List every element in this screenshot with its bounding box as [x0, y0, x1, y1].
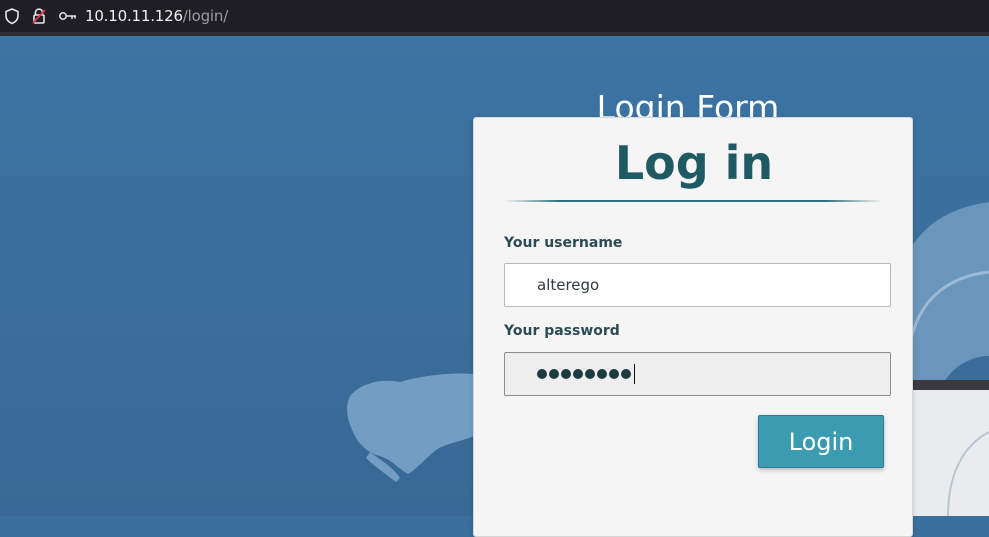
key-icon[interactable]: [58, 7, 78, 25]
url-text[interactable]: 10.10.11.126/login/: [85, 7, 228, 25]
url-path: /login/: [182, 7, 229, 25]
heading-divider: [504, 200, 882, 202]
text-caret: [634, 364, 635, 384]
password-dot: [561, 369, 571, 379]
password-dot: [549, 369, 559, 379]
browser-url-bar[interactable]: 10.10.11.126/login/: [0, 0, 989, 32]
password-field[interactable]: [504, 352, 891, 396]
password-dot: [609, 369, 619, 379]
password-dot: [573, 369, 583, 379]
password-mask: [537, 364, 635, 384]
password-dot: [585, 369, 595, 379]
password-dot: [537, 369, 547, 379]
login-heading: Log in: [614, 136, 774, 190]
map-decoration: [347, 373, 474, 482]
insecure-lock-icon[interactable]: [30, 7, 48, 25]
password-dot: [621, 369, 631, 379]
username-label: Your username: [504, 235, 623, 251]
login-button[interactable]: Login: [758, 415, 884, 468]
globe-decoration: [912, 202, 989, 516]
username-value: alterego: [537, 276, 600, 294]
login-card: Log in Your username alterego Your passw…: [473, 117, 913, 537]
password-dot: [597, 369, 607, 379]
username-field[interactable]: alterego: [504, 263, 891, 307]
shield-icon[interactable]: [3, 7, 21, 25]
password-label: Your password: [504, 323, 620, 339]
url-host: 10.10.11.126: [85, 7, 183, 25]
